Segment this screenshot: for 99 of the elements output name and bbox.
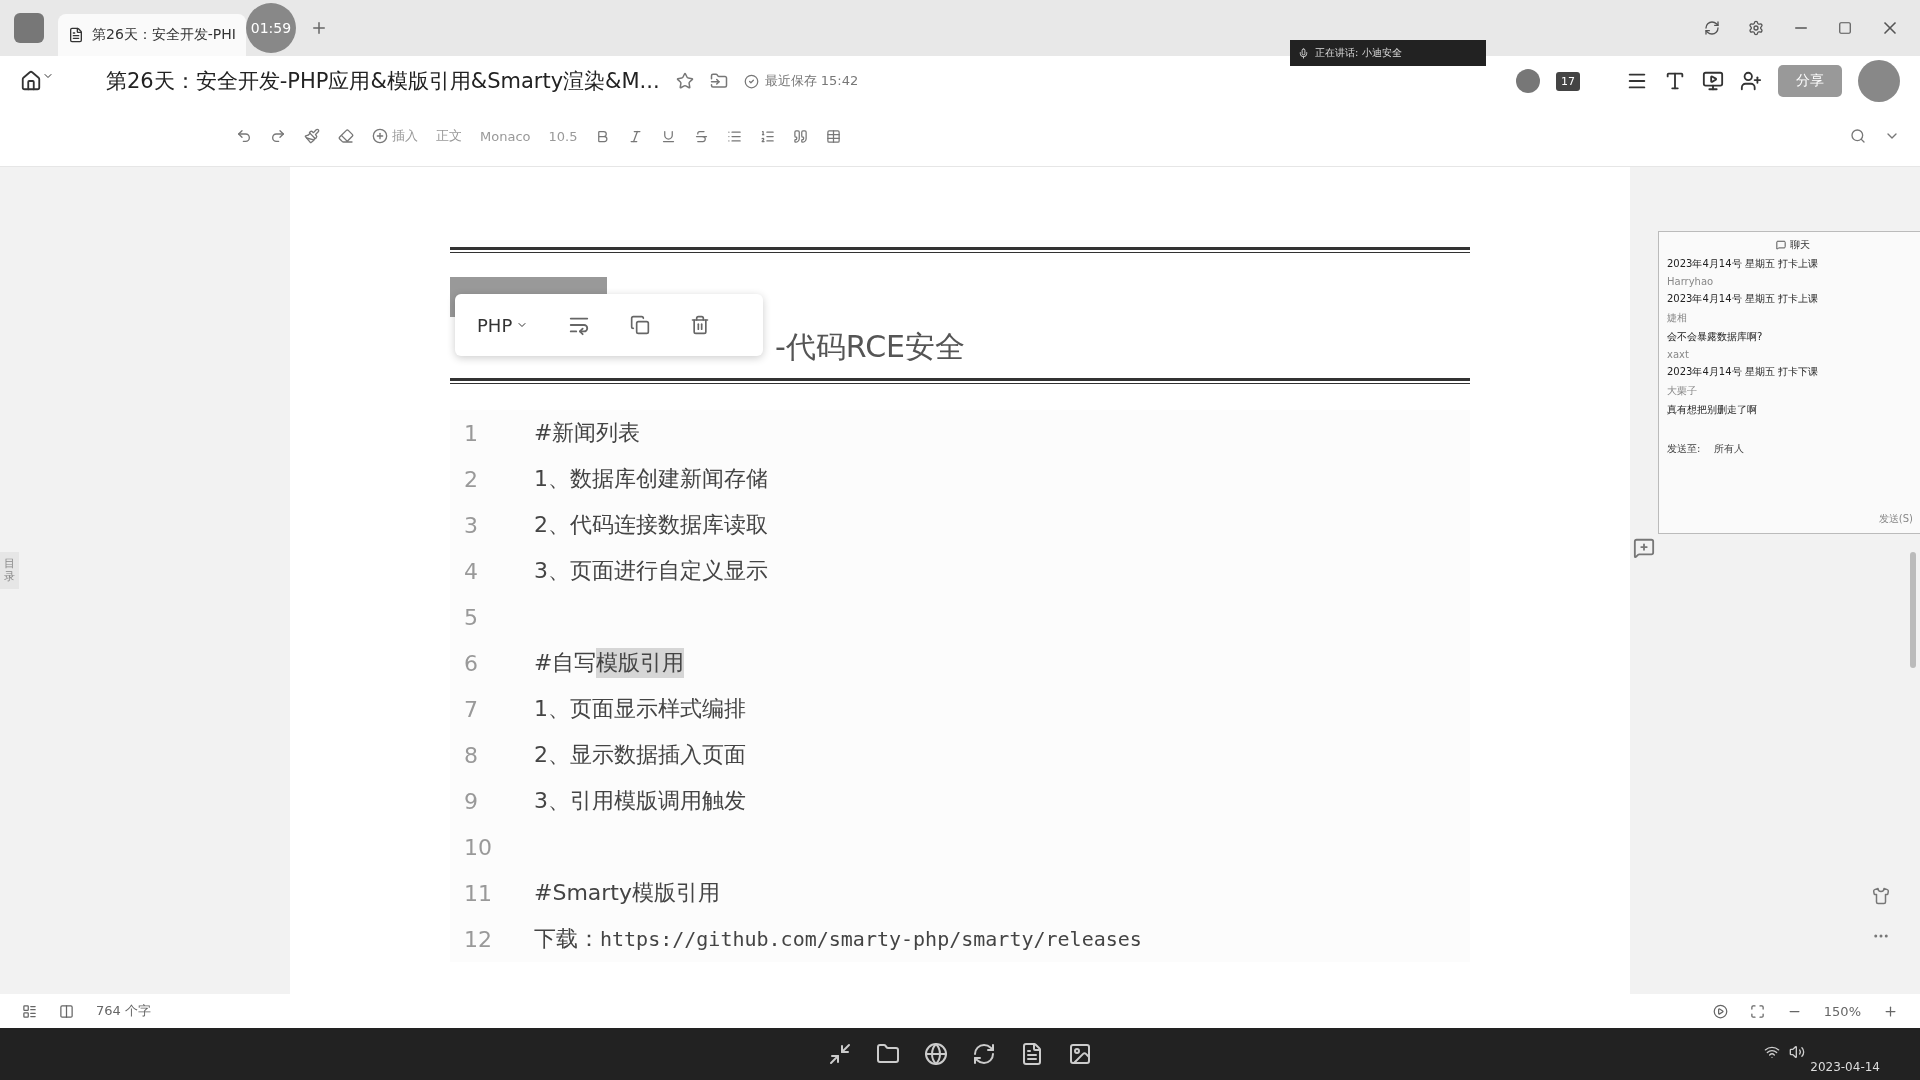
- zoom-in-icon[interactable]: [1883, 1003, 1898, 1019]
- line-number: 1: [463, 420, 479, 446]
- font-dropdown[interactable]: Monaco: [480, 128, 531, 144]
- app-logo[interactable]: [14, 13, 44, 43]
- line-number: 9: [463, 788, 479, 814]
- chat-message: 会不会暴露数据库啊?: [1667, 330, 1764, 344]
- line-number: 4: [463, 558, 479, 584]
- send-to-label: 发送至:: [1667, 442, 1701, 456]
- line-number: 2: [463, 466, 479, 492]
- code-text: #新闻列表: [534, 419, 641, 447]
- zoom-level: 150%: [1823, 1003, 1861, 1019]
- code-text: 2、显示数据插入页面: [534, 741, 746, 769]
- collaborator-count[interactable]: 17: [1556, 71, 1580, 91]
- timer-badge: 01:59: [245, 3, 296, 53]
- code-text: 下载：: [534, 925, 600, 953]
- copy-icon[interactable]: [630, 315, 651, 335]
- document-app-icon[interactable]: [1020, 1042, 1044, 1066]
- user-add-icon[interactable]: [1740, 70, 1762, 92]
- document-title: 第26天：安全开发-PHP应用&模版引用&Smarty渲染&M...: [106, 68, 660, 95]
- line-number: 7: [463, 696, 479, 722]
- line-number: 10: [463, 834, 493, 860]
- chat-sender: Harryhao: [1667, 276, 1715, 287]
- folder-icon[interactable]: [876, 1042, 900, 1066]
- strikethrough-icon[interactable]: [694, 128, 710, 144]
- chat-sender: 大栗子: [1667, 384, 1698, 398]
- scrollbar[interactable]: [1910, 552, 1916, 668]
- document-icon: [68, 27, 84, 43]
- recipient-dropdown[interactable]: 所有人: [1714, 442, 1745, 456]
- text-format-icon[interactable]: [1664, 70, 1686, 92]
- layout-icon[interactable]: [59, 1003, 74, 1019]
- quote-icon[interactable]: [793, 128, 809, 144]
- code-text: #自写: [534, 649, 597, 677]
- refresh-icon[interactable]: [1704, 20, 1720, 36]
- search-icon[interactable]: [1850, 128, 1866, 144]
- check-icon: [743, 73, 759, 89]
- star-icon[interactable]: [675, 72, 694, 90]
- tab-title: 第26天：安全开发-PHI: [92, 26, 236, 44]
- line-number: 8: [463, 742, 479, 768]
- insert-menu[interactable]: 插入: [392, 127, 418, 145]
- ordered-list-icon[interactable]: [760, 128, 776, 144]
- language-dropdown[interactable]: PHP: [477, 314, 529, 336]
- delete-icon[interactable]: [690, 315, 711, 335]
- play-icon[interactable]: [1712, 1003, 1728, 1019]
- code-text: 1、页面显示样式编排: [534, 695, 746, 723]
- fullscreen-icon[interactable]: [1749, 1003, 1765, 1019]
- code-text: 2、代码连接数据库读取: [534, 511, 768, 539]
- user-avatar[interactable]: [1858, 60, 1900, 102]
- code-text: #Smarty模版引用: [534, 879, 720, 907]
- image-app-icon[interactable]: [1068, 1042, 1092, 1066]
- insert-icon[interactable]: [372, 128, 388, 144]
- share-button[interactable]: 分享: [1778, 65, 1842, 97]
- send-button[interactable]: 发送(S): [1872, 511, 1919, 527]
- line-number: 6: [463, 650, 479, 676]
- code-text: 3、引用模版调用触发: [534, 787, 746, 815]
- avatar: [1516, 69, 1540, 93]
- line-number: 5: [463, 604, 479, 630]
- heading-text: -代码RCE安全: [775, 328, 966, 366]
- line-number: 3: [463, 512, 479, 538]
- code-text: 模版引用: [596, 648, 685, 678]
- chat-message: 2023年4月14号 星期五 打卡上课: [1667, 257, 1819, 271]
- chat-sender: xaxt: [1667, 349, 1690, 360]
- presentation-icon[interactable]: [1702, 70, 1724, 92]
- eraser-icon[interactable]: [338, 128, 354, 144]
- chat-title: 聊天: [1790, 238, 1810, 252]
- chat-message: 2023年4月14号 星期五 打卡下课: [1667, 365, 1819, 379]
- volume-icon[interactable]: [1789, 1044, 1805, 1060]
- undo-icon[interactable]: [236, 128, 252, 144]
- document-tab[interactable]: 第26天：安全开发-PHI: [58, 14, 246, 56]
- restore-icon[interactable]: [1838, 21, 1852, 35]
- wifi-icon[interactable]: [1764, 1044, 1780, 1060]
- chat-sender: 婕相: [1667, 311, 1688, 325]
- speaker-banner: 正在讲话: 小迪安全: [1290, 40, 1486, 66]
- url-text: https://github.com/smarty-php/smarty/releases: [600, 927, 1142, 951]
- word-count[interactable]: 764 个字: [96, 1002, 151, 1020]
- outline-icon[interactable]: [22, 1003, 37, 1019]
- add-comment-icon[interactable]: [1633, 537, 1655, 559]
- code-text: 3、页面进行自定义显示: [534, 557, 768, 585]
- save-status: 最近保存 15:42: [764, 72, 859, 90]
- italic-icon[interactable]: [628, 128, 644, 144]
- settings-icon[interactable]: [1748, 20, 1764, 36]
- list-icon[interactable]: [727, 128, 743, 144]
- shirt-icon[interactable]: [1872, 887, 1890, 905]
- table-icon[interactable]: [826, 128, 842, 144]
- font-size-dropdown[interactable]: 10.5: [548, 128, 578, 144]
- chat-icon: [1776, 240, 1786, 250]
- code-text: 1、数据库创建新闻存储: [534, 465, 768, 493]
- style-dropdown[interactable]: 正文: [436, 127, 462, 145]
- format-painter-icon[interactable]: [304, 128, 320, 144]
- line-number: 11: [463, 880, 493, 906]
- redo-icon[interactable]: [270, 128, 286, 144]
- line-number: 12: [463, 926, 493, 952]
- chat-message: 真有想把别删走了啊: [1667, 403, 1758, 417]
- underline-icon[interactable]: [661, 128, 677, 144]
- outline-tab[interactable]: 目录: [0, 552, 19, 589]
- folder-icon[interactable]: [709, 72, 728, 90]
- chat-message: 2023年4月14号 星期五 打卡上课: [1667, 292, 1819, 306]
- home-icon[interactable]: [20, 70, 54, 92]
- taskbar-date: 2023-04-14: [1810, 1060, 1880, 1074]
- browser-icon[interactable]: [924, 1042, 948, 1066]
